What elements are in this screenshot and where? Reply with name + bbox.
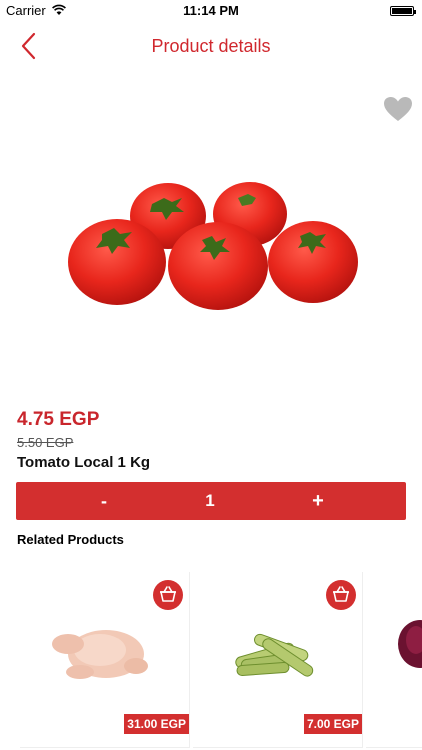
- related-products-title: Related Products: [17, 532, 124, 547]
- page-title: Product details: [151, 36, 271, 56]
- red-onion-image: [398, 620, 422, 668]
- zucchini-image: [235, 633, 314, 677]
- decrease-quantity-button[interactable]: -: [80, 482, 128, 520]
- navigation-bar: Product details: [0, 22, 422, 70]
- add-to-basket-icon[interactable]: [153, 580, 183, 610]
- product-image: [68, 182, 358, 310]
- related-product-card[interactable]: [366, 572, 422, 748]
- product-name: Tomato Local 1 Kg: [17, 454, 151, 471]
- product-old-price: 5.50 EGP: [17, 435, 74, 450]
- related-product-price: 7.00 EGP: [303, 714, 362, 734]
- related-product-card[interactable]: 7.00 EGP: [193, 572, 363, 748]
- quantity-stepper: - 1 +: [16, 482, 406, 520]
- tomato: [68, 182, 358, 310]
- related-product-card[interactable]: 31.00 EGP: [20, 572, 190, 748]
- status-bar: Carrier 11:14 PM: [0, 0, 422, 22]
- quantity-value: 1: [205, 491, 215, 510]
- heart-icon[interactable]: [383, 96, 413, 122]
- chicken-image: [52, 630, 148, 679]
- product-price: 4.75 EGP: [17, 409, 100, 430]
- related-product-price: 31.00 EGP: [124, 714, 189, 734]
- add-to-basket-icon[interactable]: [326, 580, 356, 610]
- increase-quantity-button[interactable]: +: [294, 482, 342, 520]
- battery-icon: [390, 6, 416, 16]
- related-products-list[interactable]: 31.00 EGP 7.00 EGP: [0, 560, 422, 750]
- status-time: 11:14 PM: [183, 3, 239, 18]
